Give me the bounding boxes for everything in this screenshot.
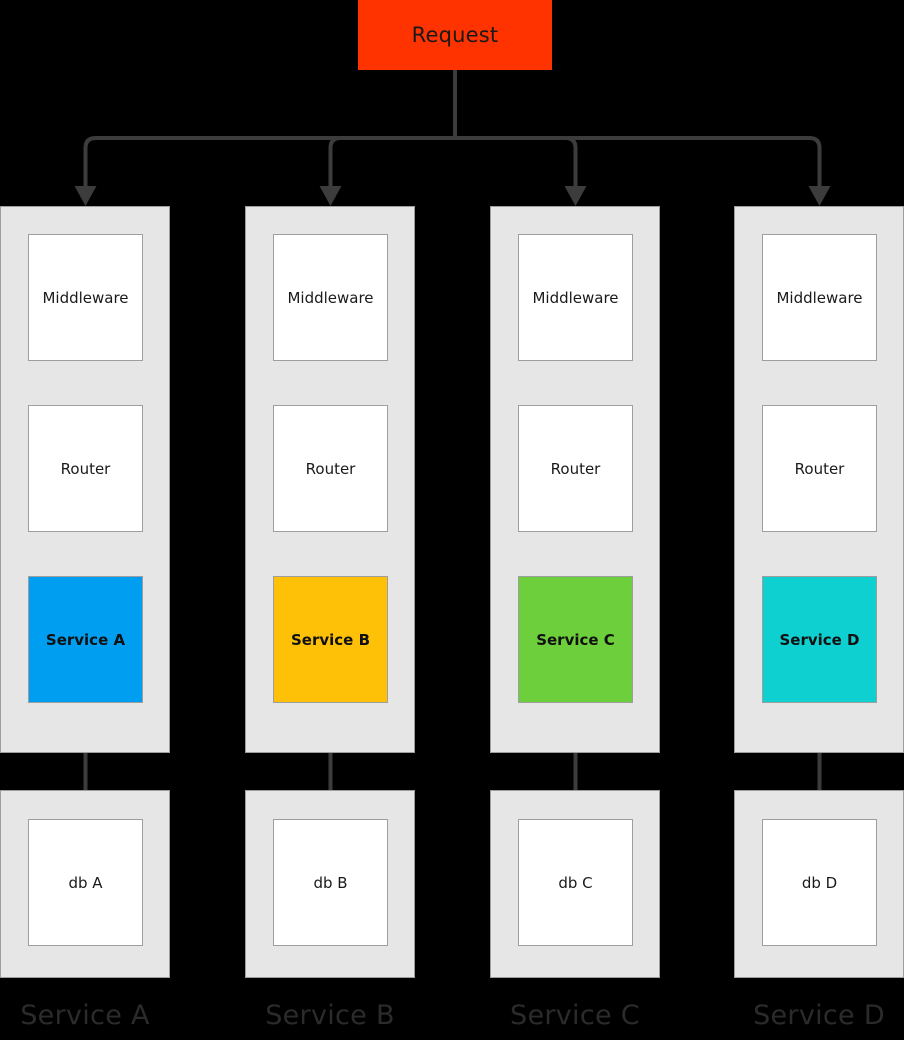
db-label-b: db B xyxy=(313,873,348,892)
router-label-b: Router xyxy=(305,459,356,478)
service-label-c: Service C xyxy=(536,630,615,649)
middleware-label-d: Middleware xyxy=(776,288,863,307)
db-node-a[interactable]: db A xyxy=(28,819,143,946)
router-node-c[interactable]: Router xyxy=(518,405,633,532)
router-label-d: Router xyxy=(794,459,845,478)
column-caption-c: Service C xyxy=(510,1000,640,1031)
db-panel-c[interactable]: db C xyxy=(490,790,660,978)
service-panel-c[interactable]: Middleware Router Service C xyxy=(490,206,660,753)
request-node[interactable]: Request xyxy=(358,0,552,70)
column-caption-d: Service D xyxy=(753,1000,885,1031)
middleware-label-a: Middleware xyxy=(42,288,129,307)
router-label-a: Router xyxy=(60,459,111,478)
middleware-node-a[interactable]: Middleware xyxy=(28,234,143,361)
column-caption-b: Service B xyxy=(265,1000,395,1031)
architecture-diagram: Request Middleware Router Service A Midd… xyxy=(0,0,904,1040)
service-panel-d[interactable]: Middleware Router Service D xyxy=(734,206,904,753)
db-label-c: db C xyxy=(558,873,593,892)
router-node-b[interactable]: Router xyxy=(273,405,388,532)
middleware-label-c: Middleware xyxy=(532,288,619,307)
service-panel-b[interactable]: Middleware Router Service B xyxy=(245,206,415,753)
service-node-c[interactable]: Service C xyxy=(518,576,633,703)
middleware-node-b[interactable]: Middleware xyxy=(273,234,388,361)
request-node-label: Request xyxy=(411,23,499,47)
db-node-c[interactable]: db C xyxy=(518,819,633,946)
router-label-c: Router xyxy=(550,459,601,478)
db-node-b[interactable]: db B xyxy=(273,819,388,946)
middleware-node-c[interactable]: Middleware xyxy=(518,234,633,361)
router-node-a[interactable]: Router xyxy=(28,405,143,532)
router-node-d[interactable]: Router xyxy=(762,405,877,532)
db-label-d: db D xyxy=(801,873,838,892)
service-label-a: Service A xyxy=(45,630,126,649)
column-caption-a: Service A xyxy=(20,1000,150,1031)
service-panel-a[interactable]: Middleware Router Service A xyxy=(0,206,170,753)
service-node-d[interactable]: Service D xyxy=(762,576,877,703)
service-node-b[interactable]: Service B xyxy=(273,576,388,703)
middleware-node-d[interactable]: Middleware xyxy=(762,234,877,361)
db-label-a: db A xyxy=(68,873,103,892)
db-panel-a[interactable]: db A xyxy=(0,790,170,978)
db-node-d[interactable]: db D xyxy=(762,819,877,946)
service-node-a[interactable]: Service A xyxy=(28,576,143,703)
service-label-d: Service D xyxy=(779,630,860,649)
service-label-b: Service B xyxy=(290,630,370,649)
middleware-label-b: Middleware xyxy=(287,288,374,307)
db-panel-b[interactable]: db B xyxy=(245,790,415,978)
db-panel-d[interactable]: db D xyxy=(734,790,904,978)
